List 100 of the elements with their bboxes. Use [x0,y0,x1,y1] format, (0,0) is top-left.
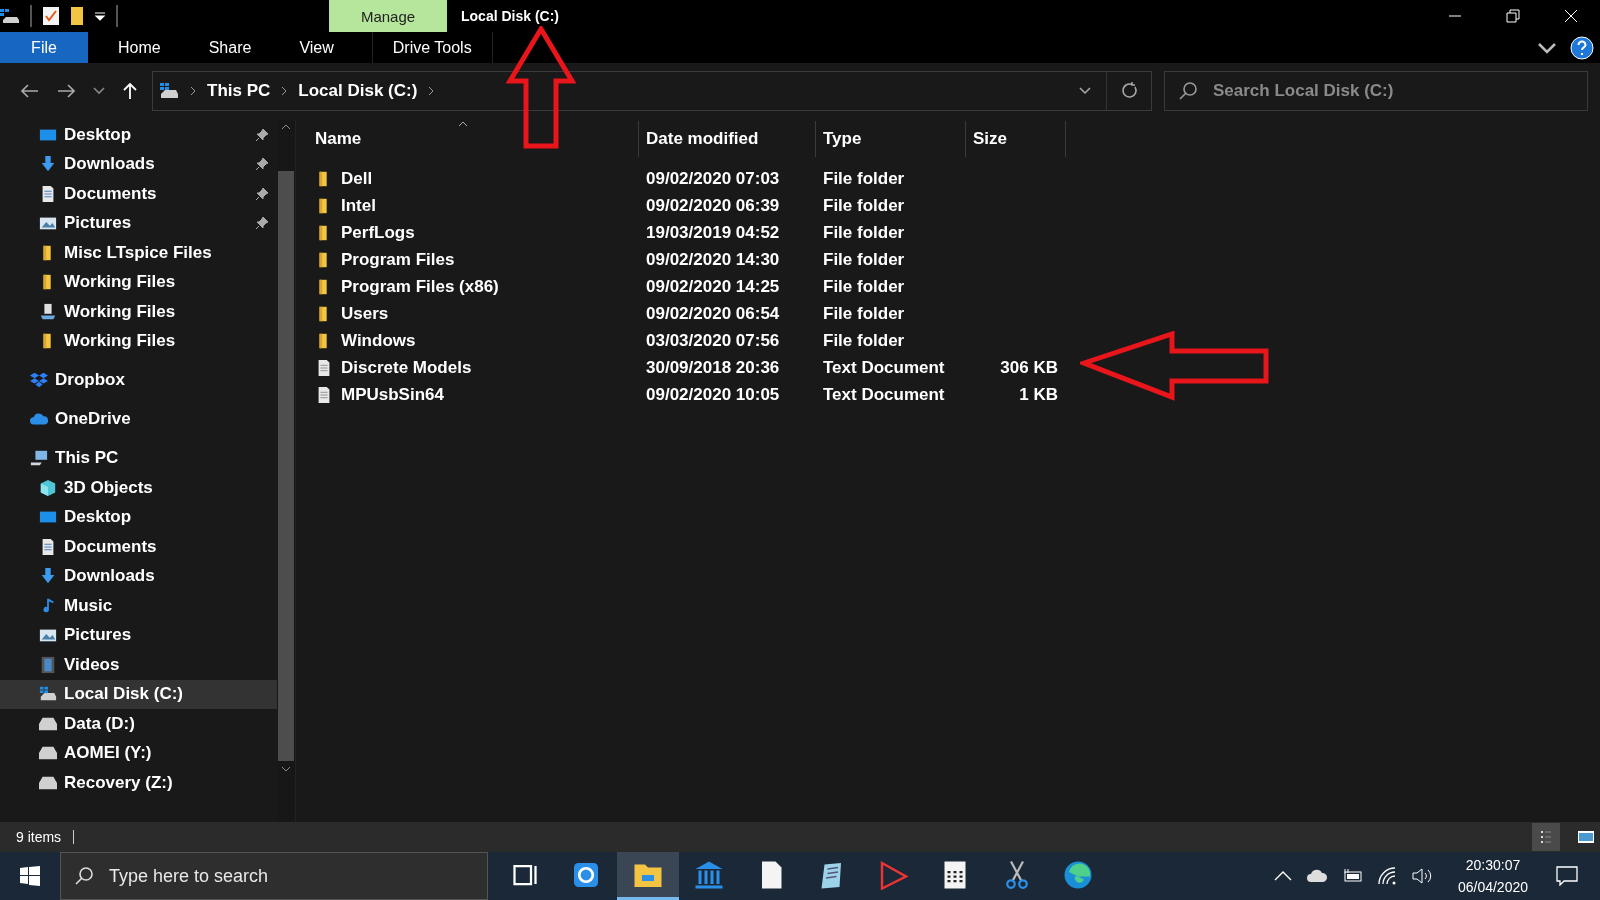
chevron-up-icon[interactable] [1273,871,1292,881]
edge-browser-icon [1063,859,1094,890]
sidebar-item[interactable]: Documents [0,179,277,209]
sidebar-item[interactable]: This PC [0,443,277,473]
checklist-icon[interactable] [42,6,60,26]
refresh-icon[interactable] [1121,82,1139,100]
column-header[interactable]: Name [308,121,639,157]
size-cell-text: 1 KB [1018,383,1059,406]
type-cell-text: Text Document [822,356,946,379]
ribbon-tab[interactable]: Share [190,32,270,63]
search-field[interactable]: Search Local Disk (C:) [1164,71,1588,111]
taskbar-search-field[interactable]: Type here to search [60,852,488,900]
folder-icon[interactable] [70,6,84,26]
breadcrumb[interactable]: This PC [207,81,271,101]
chevron-right-icon[interactable] [427,86,436,96]
sidebar-item[interactable]: Data (D:) [0,709,277,739]
cloud-icon[interactable] [1305,869,1328,883]
file-name-cell[interactable]: PerfLogs [308,219,639,246]
sidebar-item[interactable]: AOMEI (Y:) [0,738,277,768]
file-name-cell[interactable]: Intel [308,192,639,219]
breadcrumb[interactable]: Local Disk (C:) [298,81,418,101]
sidebar-item[interactable]: Working Files [0,297,277,327]
pin-icon[interactable] [255,157,269,172]
ribbon-tab[interactable]: View [281,32,352,63]
sidebar-item[interactable]: 3D Objects [0,473,277,503]
pin-icon[interactable] [255,186,269,201]
file-name-cell[interactable]: Windows [308,327,639,354]
sidebar-item[interactable]: Local Disk (C:) [0,679,277,709]
file-name-cell[interactable]: Discrete Models [308,354,639,381]
taskbar-app-button[interactable] [617,852,679,900]
windows-logo-icon [20,866,40,886]
pin-icon[interactable] [255,127,269,142]
date-cell-text: 09/02/2020 07:03 [645,167,781,190]
date-cell-text: 30/09/2018 20:36 [645,356,781,379]
sidebar-item[interactable]: Recovery (Z:) [0,768,277,798]
forward-arrow-icon[interactable] [57,84,75,98]
sidebar-item[interactable]: Pictures [0,208,277,238]
battery-icon[interactable] [1341,869,1364,883]
building-icon [694,859,725,890]
drive-icon[interactable] [0,8,20,24]
speaker-icon[interactable] [1411,867,1434,885]
date-cell-text: 09/02/2020 14:30 [645,248,781,271]
sidebar-item[interactable]: Documents [0,532,277,562]
download-arrow-icon [39,155,57,174]
scroll-down-icon[interactable] [281,765,291,773]
ribbon-tab[interactable]: File [0,32,88,63]
search-icon [74,866,94,886]
sidebar-item[interactable]: Dropbox [0,365,277,395]
date-cell-text: 09/02/2020 06:39 [645,194,781,217]
date-cell-text: 09/02/2020 10:05 [645,383,781,406]
column-header[interactable]: Date modified [639,121,816,157]
address-bar[interactable]: This PC Local Disk (C:) [152,71,1152,111]
chevron-right-icon[interactable] [189,86,197,96]
scrollbar-thumb[interactable] [278,171,294,761]
sidebar-item[interactable]: Videos [0,650,277,680]
film-icon [39,655,57,674]
search-icon [1178,81,1198,101]
file-name-cell[interactable]: Users [308,300,639,327]
sidebar-item[interactable]: Downloads [0,561,277,591]
file-name-cell[interactable]: Program Files [308,246,639,273]
type-cell-text: File folder [822,221,906,244]
sidebar-item[interactable]: Working Files [0,326,277,356]
scroll-up-icon[interactable] [281,123,291,131]
sidebar-item[interactable]: Pictures [0,620,277,650]
help-icon[interactable] [1570,35,1594,60]
file-name-cell[interactable]: Program Files (x86) [308,273,639,300]
sidebar-item[interactable]: Desktop [0,120,277,150]
chevron-down-icon[interactable] [1538,41,1556,54]
up-arrow-icon[interactable] [123,82,137,100]
back-arrow-icon[interactable] [21,84,39,98]
picture-icon [1577,830,1595,844]
computer-icon [30,449,48,468]
sidebar-item[interactable]: Desktop [0,502,277,532]
pin-icon[interactable] [255,216,269,231]
sidebar-item[interactable]: Working Files [0,267,277,297]
file-name-cell[interactable]: Dell [308,165,639,192]
sidebar-item[interactable]: Music [0,591,277,621]
clock[interactable]: 20:30:07 06/04/2020 [1457,854,1528,898]
chevron-down-icon[interactable] [93,87,105,95]
date-cell-text: 03/03/2020 07:56 [645,329,781,352]
chevron-down-icon[interactable] [1078,86,1092,96]
type-cell-text: File folder [822,194,906,217]
item-count: 9 items [16,829,62,845]
type-cell-text: Text Document [822,383,946,406]
sidebar-item[interactable]: Misc LTspice Files [0,238,277,268]
date-cell-text: 09/02/2020 06:54 [645,302,781,325]
dropdown-caret-icon[interactable] [94,11,106,21]
column-header[interactable]: Size [966,121,1066,157]
manage-tab-group-label: Manage [329,0,447,32]
sidebar-item[interactable]: Downloads [0,149,277,179]
chevron-right-icon[interactable] [280,86,289,96]
type-cell-text: File folder [822,167,906,190]
notification-icon[interactable] [1556,866,1578,886]
file-name-cell[interactable]: MPUsbSin64 [308,381,639,408]
sidebar-item[interactable]: OneDrive [0,404,277,434]
cube-icon [39,478,57,497]
column-header[interactable]: Type [816,121,966,157]
wifi-icon[interactable] [1377,867,1398,885]
clock-time: 20:30:07 [1465,856,1521,875]
ribbon-tab[interactable]: Home [100,32,179,63]
